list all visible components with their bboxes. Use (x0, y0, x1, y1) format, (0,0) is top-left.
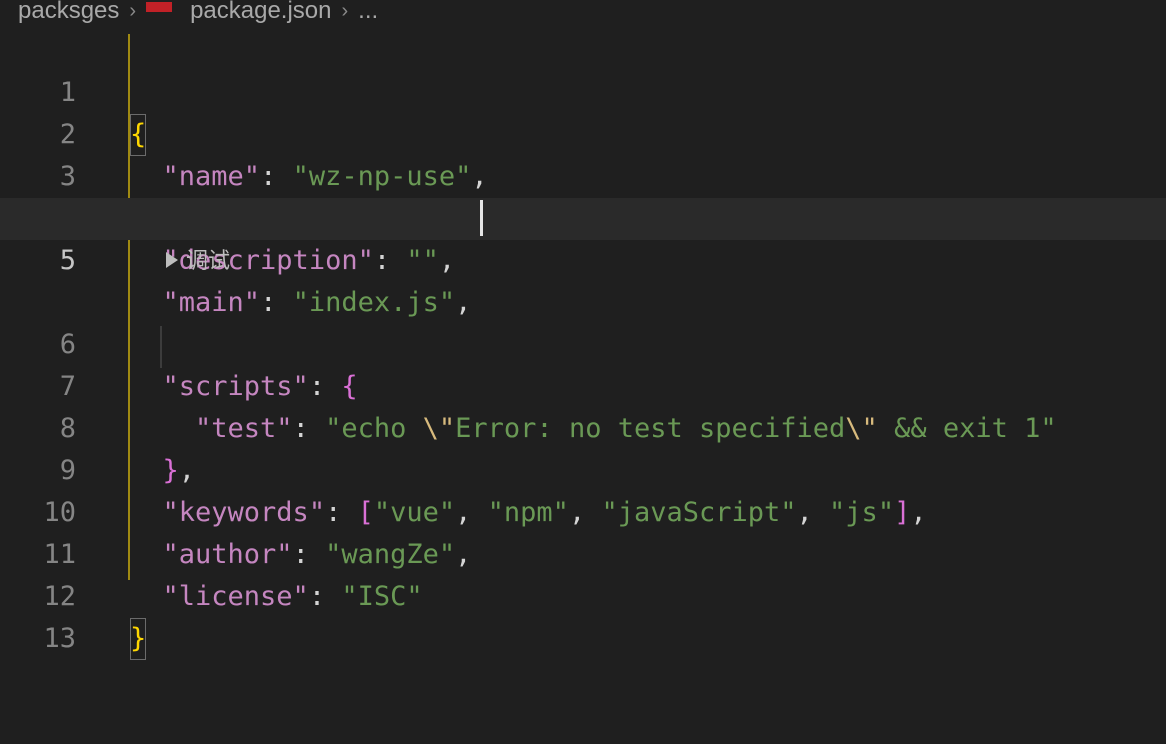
code-editor[interactable]: 1 { 2 "name": "wz-np-use", 3 "version": … (0, 26, 1166, 660)
code-line: 9 "keywords": ["vue", "npm", "javaScript… (0, 408, 1166, 528)
breadcrumb-file[interactable]: package.json (190, 0, 331, 23)
code-line: 2 "name": "wz-np-use", (0, 72, 1166, 192)
code-line: 13 (0, 576, 1166, 654)
code-line: 7 "test": "echo \"Error: no test specifi… (0, 324, 1166, 444)
debug-codelens[interactable]: 调试 (166, 242, 230, 276)
code-line: 4 "description": "", (0, 156, 1166, 276)
code-line: 1 { (0, 30, 1166, 156)
npm-icon (146, 2, 173, 12)
breadcrumb: packsges › package.json › ... (0, 0, 1166, 23)
debug-label: 调试 (186, 248, 231, 273)
code-line: 11 "license": "ISC" (0, 492, 1166, 612)
text-cursor (480, 200, 483, 236)
breadcrumb-folder[interactable]: packsges (18, 0, 119, 23)
code-line: 3 "version": "1.0.0", (0, 114, 1166, 234)
play-icon (166, 252, 178, 268)
breadcrumb-separator: › (129, 0, 137, 22)
code-text: } (130, 618, 147, 660)
line-number: 13 (43, 623, 76, 654)
breadcrumb-more[interactable]: ... (358, 0, 378, 23)
line-number: 5 (59, 245, 76, 276)
code-line-active: 5 "main": "index.js", (0, 198, 1166, 318)
code-line: 12 } (0, 534, 1166, 660)
code-line: 8 }, (0, 366, 1166, 486)
code-line: 10 "author": "wangZe", (0, 450, 1166, 570)
code-line: 6 "scripts": { (0, 282, 1166, 402)
breadcrumb-separator: › (341, 0, 349, 22)
